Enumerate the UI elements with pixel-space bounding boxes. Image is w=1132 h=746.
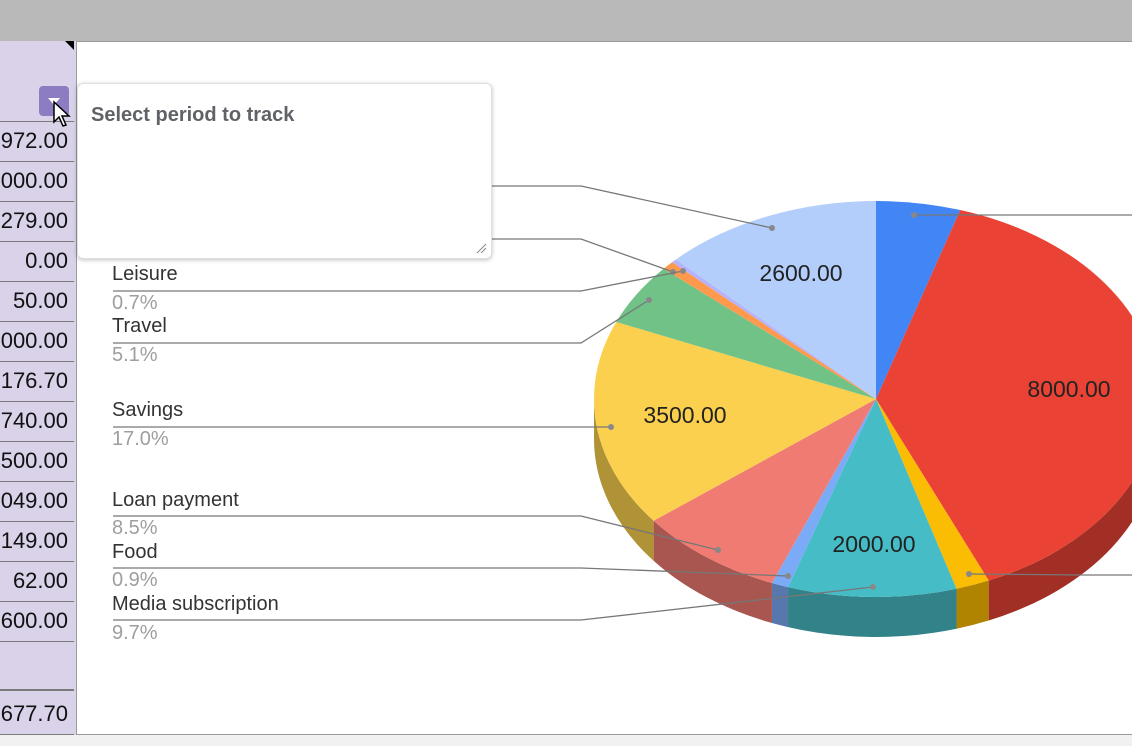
- leader-line: [968, 573, 1132, 576]
- cell[interactable]: 000.00: [0, 162, 74, 202]
- toolbar-strip: [0, 0, 1132, 41]
- leader-dot: [966, 571, 972, 577]
- cell-value: 500.00: [0, 448, 68, 473]
- total-cell[interactable]: 677.70: [0, 690, 74, 735]
- leader-dot: [785, 573, 791, 579]
- spreadsheet-column: 972.00 000.00 279.00 0.00 50.00 000.00 1…: [0, 41, 76, 735]
- leader-dot: [870, 584, 876, 590]
- data-label: 2000.00: [832, 531, 915, 557]
- legend-name: Food: [112, 541, 158, 563]
- legend-pct: 0.9%: [112, 569, 158, 591]
- cell[interactable]: 279.00: [0, 202, 74, 242]
- cell[interactable]: 500.00: [0, 442, 74, 482]
- cell[interactable]: [0, 642, 74, 690]
- pie-slice-side: [956, 580, 989, 629]
- cell-value: 62.00: [12, 568, 68, 593]
- legend-name: Leisure: [112, 263, 178, 285]
- cell-value: 049.00: [0, 488, 68, 513]
- leader-line: [113, 270, 684, 292]
- note-text: Select period to track: [91, 104, 295, 126]
- cell-value: 740.00: [0, 408, 68, 433]
- leader-dot: [715, 547, 721, 553]
- pie-slice-side: [771, 583, 789, 628]
- leader-dot: [680, 268, 686, 274]
- data-label: 8000.00: [1027, 376, 1110, 402]
- cell-value: 0.00: [25, 248, 68, 273]
- cell[interactable]: 0.00: [0, 242, 74, 282]
- cell[interactable]: 176.70: [0, 362, 74, 402]
- cell[interactable]: 000.00: [0, 322, 74, 362]
- cell-value: 000.00: [0, 168, 68, 193]
- cell[interactable]: 50.00: [0, 282, 74, 322]
- data-label: 2600.00: [759, 260, 842, 286]
- note-indicator-icon: [65, 41, 74, 50]
- cell[interactable]: 049.00: [0, 482, 74, 522]
- cell[interactable]: 62.00: [0, 562, 74, 602]
- legend-pct: 5.1%: [112, 344, 158, 366]
- resize-handle-icon[interactable]: [475, 242, 487, 254]
- leader-dot: [608, 424, 614, 430]
- legend-name: Travel: [112, 315, 167, 337]
- cell-value: 279.00: [0, 208, 68, 233]
- cell[interactable]: 740.00: [0, 402, 74, 442]
- mouse-pointer-icon: [53, 100, 71, 127]
- cell[interactable]: 600.00: [0, 602, 74, 642]
- legend-name: Savings: [112, 399, 184, 421]
- cell-value: 50.00: [12, 288, 68, 313]
- legend-pct: 0.7%: [112, 292, 158, 314]
- leader-dot: [769, 225, 775, 231]
- cell-value: 149.00: [0, 528, 68, 553]
- total-value: 677.70: [0, 701, 68, 726]
- leader-dot: [646, 297, 652, 303]
- data-label: 3500.00: [643, 402, 726, 428]
- cell-value: 000.00: [0, 328, 68, 353]
- legend-pct: 9.7%: [112, 622, 158, 644]
- leader-line: [113, 299, 650, 344]
- legend-name: Media subscription: [112, 593, 279, 615]
- cell[interactable]: 149.00: [0, 522, 74, 562]
- cell-value: 600.00: [0, 608, 68, 633]
- legend-pct: 8.5%: [112, 517, 158, 539]
- leader-dot: [911, 212, 917, 218]
- cell-value: 972.00: [0, 128, 68, 153]
- legend-name: Loan payment: [112, 489, 239, 511]
- note-popup[interactable]: Select period to track: [77, 83, 492, 259]
- legend-pct: 17.0%: [112, 428, 169, 450]
- cell-value: 176.70: [0, 368, 68, 393]
